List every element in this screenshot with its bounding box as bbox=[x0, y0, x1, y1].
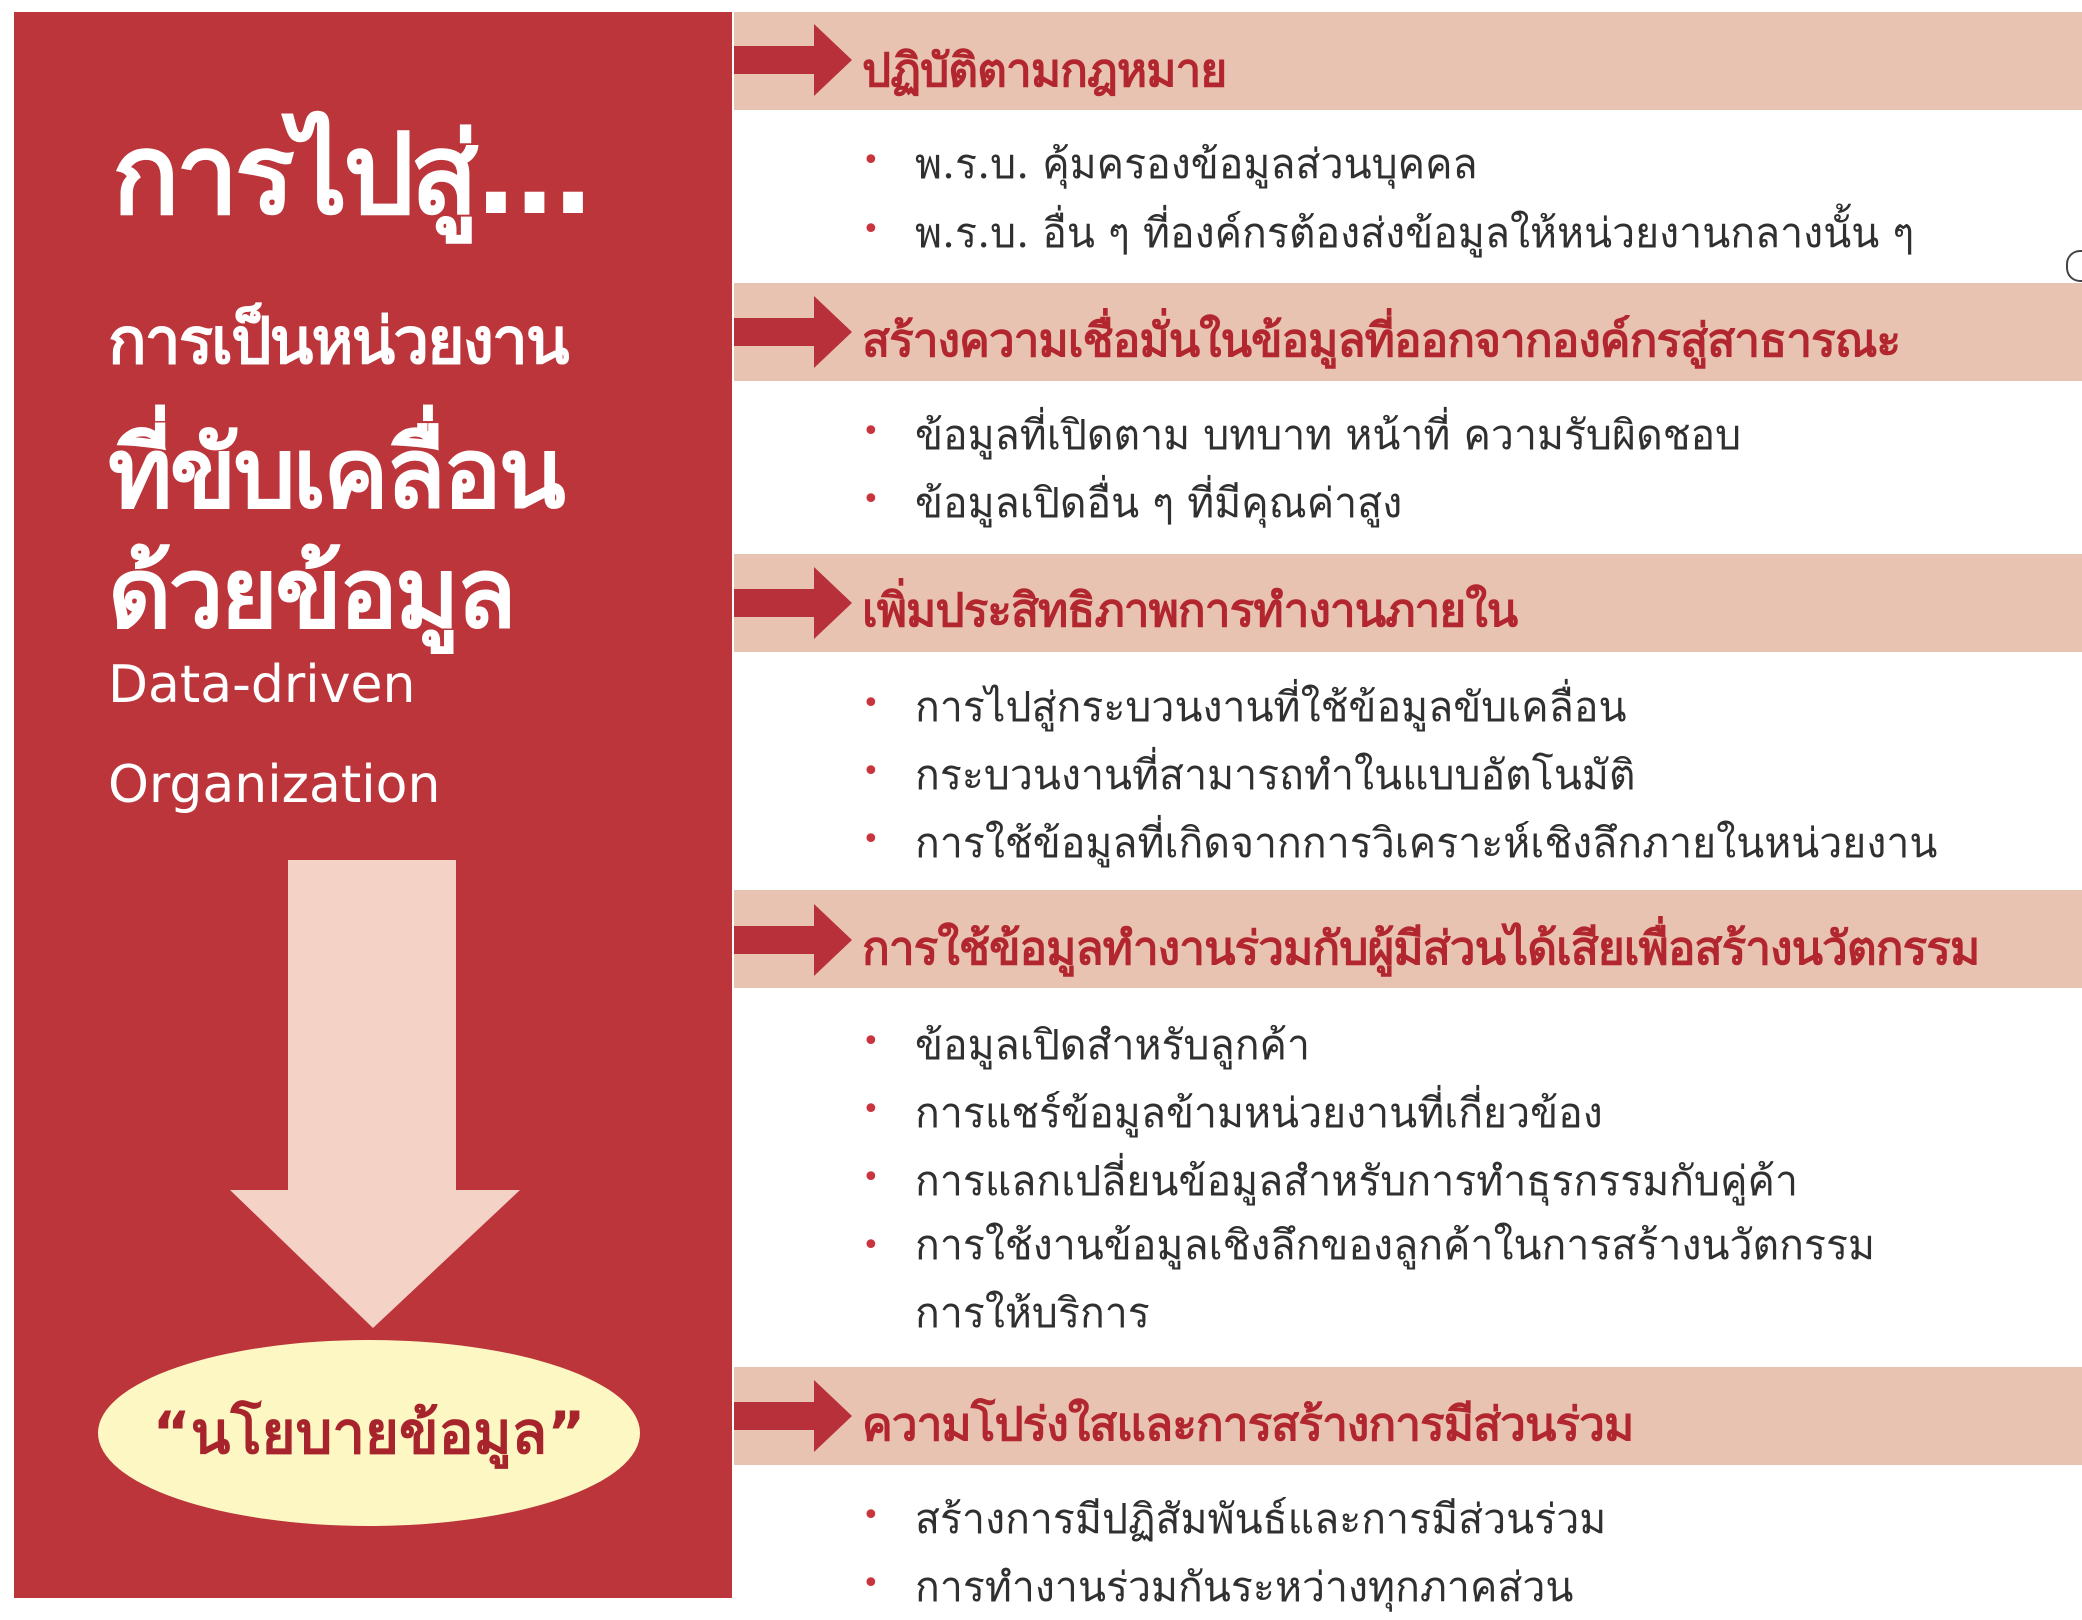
bullet-dot: • bbox=[862, 1024, 880, 1059]
list-item: กระบวนงานที่สามารถทำในแบบอัตโนมัติ bbox=[915, 751, 1636, 799]
list-item: ข้อมูลเปิดอื่น ๆ ที่มีคุณค่าสูง bbox=[915, 479, 1403, 527]
list-item: ข้อมูลที่เปิดตาม บทบาท หน้าที่ ความรับผิ… bbox=[915, 411, 1742, 459]
bullet-dot: • bbox=[862, 822, 880, 857]
title-english-line-1: Data-driven bbox=[108, 655, 416, 715]
bullet-dot: • bbox=[862, 482, 880, 517]
right-arrow-icon bbox=[734, 567, 852, 639]
list-item: ข้อมูลเปิดสำหรับลูกค้า bbox=[915, 1021, 1310, 1069]
right-arrow-icon bbox=[734, 24, 852, 96]
right-arrow-icon bbox=[734, 904, 852, 976]
list-item: การแลกเปลี่ยนข้อมูลสำหรับการทำธุรกรรมกับ… bbox=[915, 1157, 1798, 1205]
bullet-dot: • bbox=[862, 1498, 880, 1533]
section-title-transparency: ความโปร่งใสและการสร้างการมีส่วนร่วม bbox=[862, 1397, 1634, 1451]
list-item: การใช้งานข้อมูลเชิงลึกของลูกค้าในการสร้า… bbox=[915, 1221, 1876, 1337]
policy-label: “นโยบายข้อมูล” bbox=[152, 1399, 586, 1467]
list-item: พ.ร.บ. อื่น ๆ ที่องค์กรต้องส่งข้อมูลให้ห… bbox=[915, 209, 1915, 257]
section-title-efficiency: เพิ่มประสิทธิภาพการทำงานภายใน bbox=[862, 583, 1518, 637]
list-item: พ.ร.บ. คุ้มครองข้อมูลส่วนบุคคล bbox=[915, 140, 1478, 188]
list-item: การใช้ข้อมูลที่เกิดจากการวิเคราะห์เชิงลึ… bbox=[915, 819, 1938, 867]
bullet-dot: • bbox=[862, 1228, 880, 1263]
bullet-dot: • bbox=[862, 143, 880, 178]
list-item: การแชร์ข้อมูลข้ามหน่วยงานที่เกี่ยวข้อง bbox=[915, 1089, 1603, 1137]
title-sub-line-1: การเป็นหน่วยงาน bbox=[108, 305, 570, 379]
bullet-dot: • bbox=[862, 1566, 880, 1601]
down-arrow-icon bbox=[230, 860, 520, 1328]
bullet-dot: • bbox=[862, 212, 880, 247]
bullet-dot: • bbox=[862, 686, 880, 721]
bullet-dot: • bbox=[862, 1092, 880, 1127]
section-title-law: ปฏิบัติตามกฎหมาย bbox=[862, 43, 1227, 97]
list-item: การทำงานร่วมกันระหว่างทุกภาคส่วน bbox=[915, 1563, 1574, 1611]
list-item: สร้างการมีปฏิสัมพันธ์และการมีส่วนร่วม bbox=[915, 1495, 1607, 1543]
bullet-dot: • bbox=[862, 754, 880, 789]
title-main: การไปสู่... bbox=[112, 110, 594, 240]
bullet-dot: • bbox=[862, 414, 880, 449]
title-english-line-2: Organization bbox=[108, 755, 441, 815]
right-arrow-icon bbox=[734, 1380, 852, 1452]
title-sub-line-3: ด้วยข้อมูล bbox=[108, 537, 517, 651]
edge-bracket-icon bbox=[2066, 250, 2082, 282]
right-arrow-icon bbox=[734, 296, 852, 368]
list-item: การไปสู่กระบวนงานที่ใช้ข้อมูลขับเคลื่อน bbox=[915, 683, 1627, 731]
bullet-dot: • bbox=[862, 1160, 880, 1195]
section-title-trust: สร้างความเชื่อมั่นในข้อมูลที่ออกจากองค์ก… bbox=[862, 313, 1901, 367]
section-title-innovation: การใช้ข้อมูลทำงานร่วมกับผู้มีส่วนได้เสีย… bbox=[862, 921, 1980, 975]
